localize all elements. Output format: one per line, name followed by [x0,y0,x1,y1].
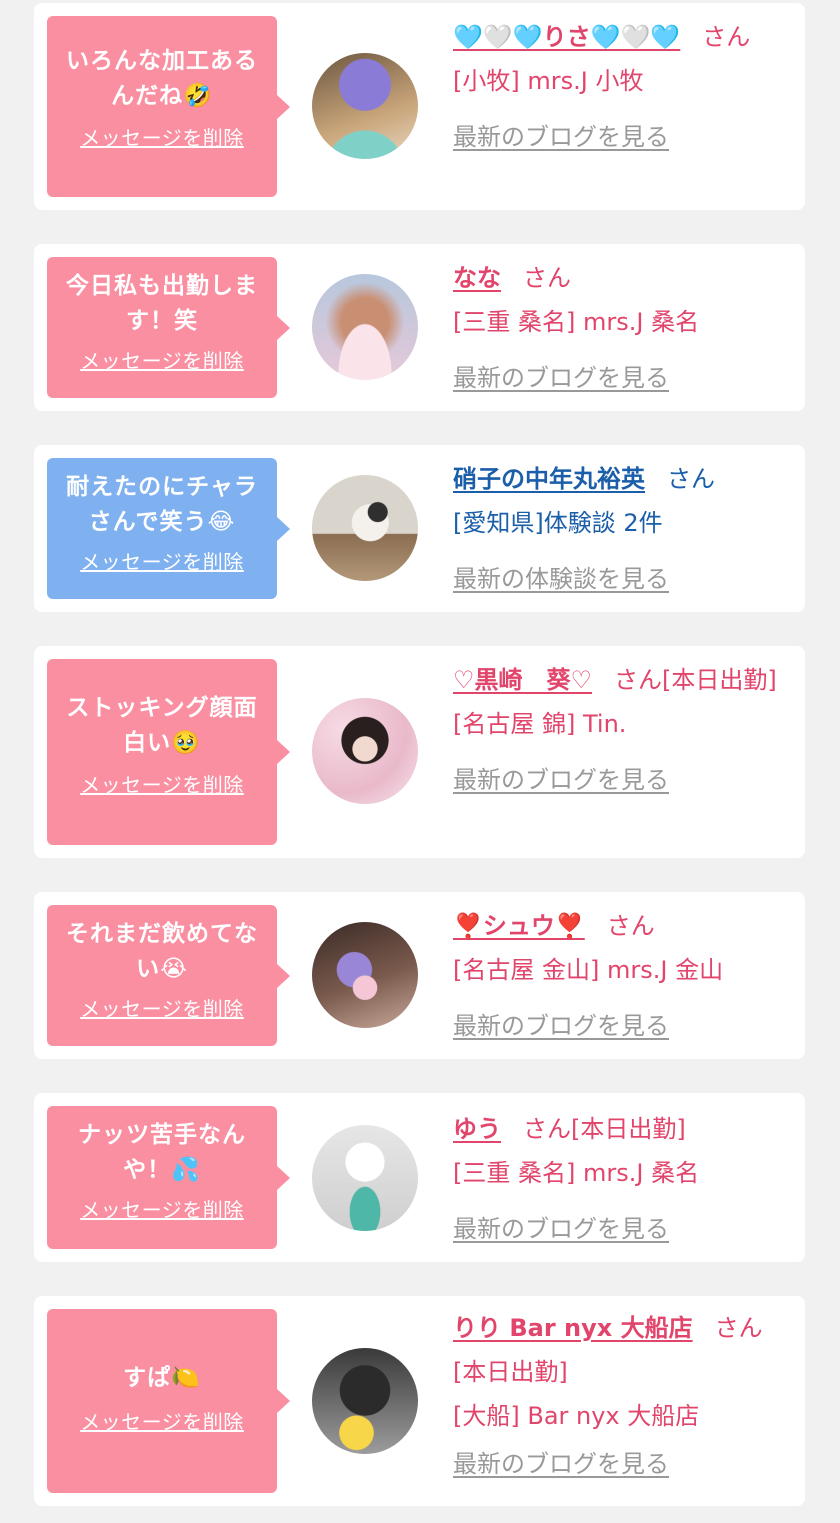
message-text: ナッツ苦手なんや！💦 [78,1122,246,1183]
latest-blog-link[interactable]: 最新のブログを見る [453,356,787,400]
location-text: [三重 桑名] mrs.J 桑名 [453,1159,700,1187]
message-card: すぱ🍋 メッセージを削除 りり Bar nyx 大船店 さん [本日出勤] [大船… [34,1296,805,1506]
honorific: さん [523,264,571,292]
avatar[interactable] [312,1125,418,1231]
message-text: ストッキング顔面白い🥹 [66,695,258,756]
delete-message-link[interactable]: メッセージを削除 [80,345,244,374]
message-bubble: ナッツ苦手なんや！💦 メッセージを削除 [47,1106,290,1249]
location-text: [愛知県]体験談 2件 [453,509,663,537]
message-card: いろんな加工あるんだね🤣 メッセージを削除 🩵🤍🩵りさ🩵🤍🩵 さん [小牧] mr… [34,3,805,210]
location-text: [三重 桑名] mrs.J 桑名 [453,308,700,336]
attendance-status: [本日出勤] [453,1358,568,1386]
message-text: 耐えたのにチャラさんで笑う😂 [66,474,258,535]
delete-message-link[interactable]: メッセージを削除 [80,122,244,151]
delete-message-link[interactable]: メッセージを削除 [80,1194,244,1223]
message-bubble: 今日私も出勤します！笑 メッセージを削除 [47,257,290,398]
latest-blog-link[interactable]: 最新のブログを見る [453,758,787,802]
location-text: [小牧] mrs.J 小牧 [453,67,644,95]
avatar[interactable] [312,922,418,1028]
message-bubble: それまだ飲めてない😭 メッセージを削除 [47,905,290,1046]
honorific: さん [614,666,663,694]
profile-name-link[interactable]: なな [453,264,501,292]
message-bubble: いろんな加工あるんだね🤣 メッセージを削除 [47,16,290,197]
delete-message-link[interactable]: メッセージを削除 [80,993,244,1022]
message-card: ナッツ苦手なんや！💦 メッセージを削除 ゆう さん[本日出勤] [三重 桑名] m… [34,1093,805,1262]
avatar[interactable] [312,475,418,581]
latest-blog-link[interactable]: 最新のブログを見る [453,1207,787,1251]
honorific: さん [523,1115,571,1143]
message-bubble: ストッキング顔面白い🥹 メッセージを削除 [47,659,290,845]
message-card: ストッキング顔面白い🥹 メッセージを削除 ♡黒崎 葵♡ さん[本日出勤] [名古屋… [34,646,805,858]
latest-blog-link[interactable]: 最新のブログを見る [453,115,787,159]
profile-name-link[interactable]: 硝子の中年丸裕英 [453,465,645,493]
message-card: それまだ飲めてない😭 メッセージを削除 ❣️シュウ❣️ さん [名古屋 金山] m… [34,892,805,1059]
attendance-status: [本日出勤] [662,666,777,694]
message-bubble: すぱ🍋 メッセージを削除 [47,1309,290,1493]
delete-message-link[interactable]: メッセージを削除 [80,769,244,798]
avatar[interactable] [312,1348,418,1454]
profile-name-link[interactable]: ♡黒崎 葵♡ [453,666,592,694]
location-text: [名古屋 金山] mrs.J 金山 [453,956,724,984]
latest-blog-link[interactable]: 最新のブログを見る [453,1442,787,1486]
avatar[interactable] [312,53,418,159]
latest-experience-link[interactable]: 最新の体験談を見る [453,557,787,601]
latest-blog-link[interactable]: 最新のブログを見る [453,1004,787,1048]
profile-name-link[interactable]: りり Bar nyx 大船店 [453,1314,693,1342]
avatar[interactable] [312,698,418,804]
avatar[interactable] [312,274,418,380]
message-bubble: 耐えたのにチャラさんで笑う😂 メッセージを削除 [47,458,290,599]
honorific: さん [667,465,715,493]
message-card: 耐えたのにチャラさんで笑う😂 メッセージを削除 硝子の中年丸裕英 さん [愛知県]… [34,445,805,612]
profile-name-link[interactable]: ゆう [453,1115,501,1143]
attendance-status: [本日出勤] [571,1115,686,1143]
honorific: さん [702,23,751,51]
delete-message-link[interactable]: メッセージを削除 [80,546,244,575]
location-text: [名古屋 錦] Tin. [453,710,627,738]
honorific: さん [714,1314,763,1342]
profile-name-link[interactable]: 🩵🤍🩵りさ🩵🤍🩵 [453,23,680,51]
location-text: [大船] Bar nyx 大船店 [453,1402,700,1430]
message-text: すぱ🍋 [123,1365,201,1391]
message-card: 今日私も出勤します！笑 メッセージを削除 なな さん [三重 桑名] mrs.J … [34,244,805,411]
profile-name-link[interactable]: ❣️シュウ❣️ [453,912,585,940]
honorific: さん [606,912,655,940]
message-text: 今日私も出勤します！笑 [66,273,258,334]
delete-message-link[interactable]: メッセージを削除 [80,1406,244,1435]
message-text: それまだ飲めてない😭 [66,921,258,982]
message-text: いろんな加工あるんだね🤣 [66,48,258,109]
